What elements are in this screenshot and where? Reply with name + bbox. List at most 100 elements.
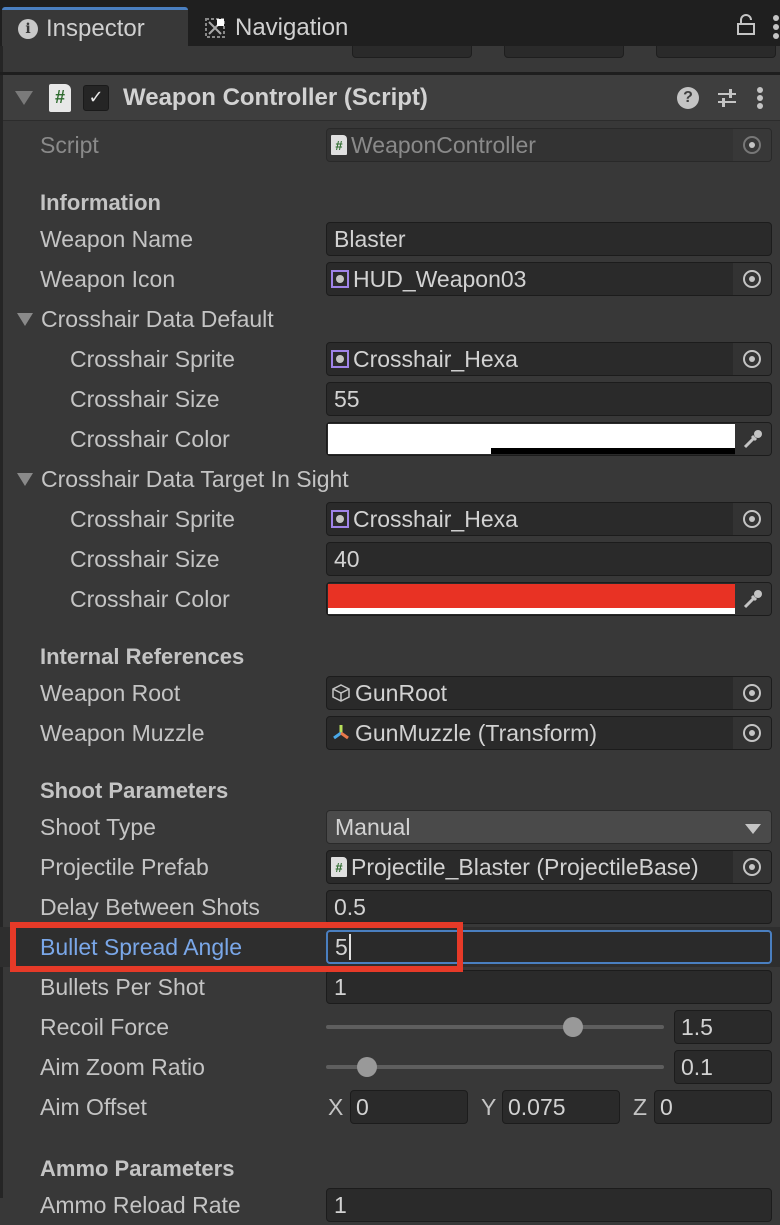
- aim-offset-x-label: X: [328, 1094, 344, 1120]
- aim-zoom-ratio-input[interactable]: 0.1: [674, 1050, 772, 1084]
- tab-bar: i Inspector Navigation: [0, 0, 780, 48]
- component-header[interactable]: # ✓ Weapon Controller (Script) ?: [3, 75, 780, 121]
- weapon-root-field[interactable]: GunRoot: [326, 676, 772, 710]
- section-ammo-parameters: Ammo Parameters: [40, 1156, 235, 1181]
- object-picker-icon: [743, 510, 761, 528]
- shoot-type-label: Shoot Type: [40, 814, 156, 840]
- lock-icon[interactable]: [736, 14, 756, 36]
- bullets-per-shot-label: Bullets Per Shot: [40, 974, 205, 1000]
- object-picker-button[interactable]: [733, 677, 771, 709]
- eyedropper-button[interactable]: [735, 423, 771, 455]
- foldout-crosshair-default[interactable]: Crosshair Data Default: [14, 299, 274, 339]
- weapon-icon-label: Weapon Icon: [40, 266, 176, 292]
- aim-offset-y-input[interactable]: 0.075: [502, 1090, 620, 1124]
- crosshair-color-label: Crosshair Color: [70, 426, 230, 452]
- navigation-icon: [205, 17, 225, 38]
- delay-between-shots-label: Delay Between Shots: [40, 894, 260, 920]
- crosshair-color-label: Crosshair Color: [70, 586, 230, 612]
- shoot-type-row: Shoot Type Manual: [0, 807, 780, 847]
- crosshair-size-label: Crosshair Size: [70, 386, 220, 412]
- weapon-muzzle-field[interactable]: GunMuzzle (Transform): [326, 716, 772, 750]
- recoil-force-input[interactable]: 1.5: [674, 1010, 772, 1044]
- ammo-reload-rate-input[interactable]: 1: [326, 1188, 772, 1222]
- projectile-prefab-field[interactable]: # Projectile_Blaster (ProjectileBase): [326, 850, 772, 884]
- tab-navigation[interactable]: Navigation: [205, 10, 348, 45]
- crosshair-default-color-row: Crosshair Color: [0, 419, 780, 459]
- component-enabled-checkbox[interactable]: ✓: [83, 84, 109, 111]
- object-picker-button[interactable]: [733, 503, 771, 535]
- sprite-icon: [331, 510, 349, 528]
- slider-thumb[interactable]: [562, 1017, 583, 1037]
- ammo-reload-rate-label: Ammo Reload Rate: [40, 1192, 241, 1218]
- crosshair-sprite-label: Crosshair Sprite: [70, 506, 235, 532]
- crosshair-target-size-row: Crosshair Size 40: [0, 539, 780, 579]
- aim-zoom-ratio-label: Aim Zoom Ratio: [40, 1054, 205, 1080]
- weapon-icon-row: Weapon Icon HUD_Weapon03: [0, 259, 780, 299]
- component-menu-icon[interactable]: [756, 86, 764, 110]
- help-icon[interactable]: ?: [677, 86, 699, 109]
- aim-offset-label: Aim Offset: [40, 1094, 147, 1120]
- object-picker-icon: [743, 270, 761, 288]
- foldout-crosshair-target-label: Crosshair Data Target In Sight: [41, 465, 349, 492]
- tab-inspector[interactable]: i Inspector: [2, 7, 188, 48]
- object-picker-button[interactable]: [733, 851, 771, 883]
- crosshair-sprite-value: Crosshair_Hexa: [353, 505, 518, 532]
- object-picker-icon: [743, 684, 761, 702]
- slider-thumb[interactable]: [356, 1057, 377, 1077]
- script-icon: #: [331, 857, 347, 877]
- projectile-prefab-label: Projectile Prefab: [40, 854, 209, 880]
- shoot-type-dropdown[interactable]: Manual: [326, 810, 772, 844]
- weapon-root-value: GunRoot: [355, 679, 448, 706]
- aim-offset-z-input[interactable]: 0: [654, 1090, 772, 1124]
- color-swatch[interactable]: [328, 424, 736, 448]
- weapon-name-input[interactable]: Blaster: [326, 222, 772, 256]
- tab-navigation-label: Navigation: [235, 13, 349, 41]
- eyedropper-button[interactable]: [735, 583, 771, 615]
- aim-offset-x-input[interactable]: 0: [350, 1090, 468, 1124]
- object-picker-icon: [743, 858, 761, 876]
- object-picker-icon: [743, 350, 761, 368]
- crosshair-size-input[interactable]: 40: [326, 542, 772, 576]
- projectile-prefab-value: Projectile_Blaster (ProjectileBase): [351, 853, 699, 880]
- delay-between-shots-input[interactable]: 0.5: [326, 890, 772, 924]
- crosshair-sprite-label: Crosshair Sprite: [70, 346, 235, 372]
- crosshair-size-input[interactable]: 55: [326, 382, 772, 416]
- weapon-muzzle-label: Weapon Muzzle: [40, 720, 205, 746]
- foldout-arrow-icon: [17, 312, 33, 326]
- script-row: Script # WeaponController: [0, 125, 780, 165]
- transform-icon: [333, 725, 349, 740]
- object-picker-button[interactable]: [733, 343, 771, 375]
- clipped-transform-row: [0, 46, 780, 72]
- recoil-force-slider[interactable]: [326, 1017, 664, 1037]
- script-field: # WeaponController: [326, 128, 772, 162]
- foldout-arrow-icon[interactable]: [15, 90, 33, 105]
- crosshair-sprite-field[interactable]: Crosshair_Hexa: [326, 342, 772, 376]
- crosshair-default-size-row: Crosshair Size 55: [0, 379, 780, 419]
- scale-z-field[interactable]: [656, 46, 776, 58]
- sprite-icon: [331, 350, 349, 368]
- bullet-spread-angle-input[interactable]: 5: [326, 930, 772, 964]
- bullets-per-shot-row: Bullets Per Shot 1: [0, 967, 780, 1007]
- color-swatch[interactable]: [328, 584, 736, 608]
- bullets-per-shot-input[interactable]: 1: [326, 970, 772, 1004]
- tab-menu-icon[interactable]: [772, 14, 780, 40]
- bullet-spread-angle-value: 5: [335, 933, 348, 960]
- weapon-root-row: Weapon Root GunRoot: [0, 673, 780, 713]
- sprite-icon: [331, 270, 349, 288]
- aim-zoom-ratio-slider[interactable]: [326, 1057, 664, 1077]
- scale-y-field[interactable]: [504, 46, 624, 58]
- object-picker-button[interactable]: [733, 717, 771, 749]
- script-icon: #: [49, 83, 71, 112]
- crosshair-color-field[interactable]: [326, 422, 772, 456]
- crosshair-size-label: Crosshair Size: [70, 546, 220, 572]
- presets-icon[interactable]: [716, 87, 738, 109]
- text-caret: [348, 934, 351, 960]
- crosshair-color-field[interactable]: [326, 582, 772, 616]
- object-picker-button[interactable]: [733, 263, 771, 295]
- crosshair-sprite-field[interactable]: Crosshair_Hexa: [326, 502, 772, 536]
- bullet-spread-angle-label: Bullet Spread Angle: [40, 934, 243, 960]
- scale-x-field[interactable]: [352, 46, 472, 58]
- foldout-crosshair-target[interactable]: Crosshair Data Target In Sight: [14, 459, 349, 499]
- bullet-spread-angle-row: Bullet Spread Angle 5: [0, 927, 780, 967]
- weapon-icon-field[interactable]: HUD_Weapon03: [326, 262, 772, 296]
